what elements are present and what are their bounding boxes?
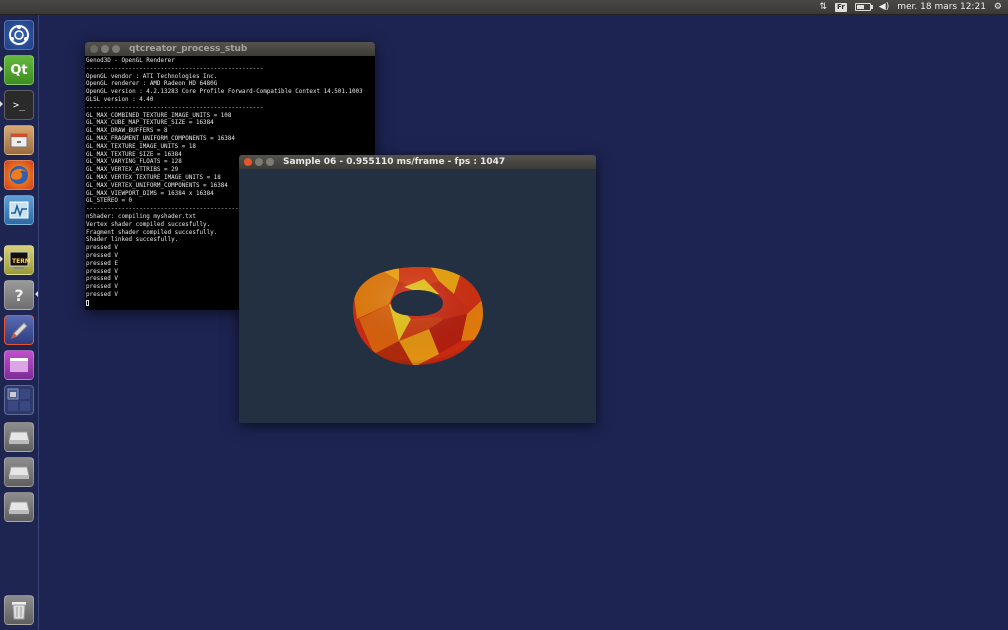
qt-creator-icon[interactable]: Qt [4,55,34,85]
terminal-line: GL_MAX_CUBE_MAP_TEXTURE_SIZE = 16384 [86,120,214,127]
top-panel: ⇅ Fr ◀) mer. 18 mars 12:21 ⚙ [0,0,1008,15]
window-title: Sample 06 - 0.955110 ms/frame - fps : 10… [283,157,506,167]
window-title: qtcreator_process_stub [129,44,248,54]
text-editor-icon[interactable] [4,315,34,345]
files-icon[interactable] [4,125,34,155]
volume-icon[interactable]: ◀) [879,0,889,14]
terminal-line: OpenGL vendor : ATI Technologies Inc. [86,73,218,80]
terminal-line: GL_MAX_DRAW_BUFFERS = 8 [86,128,168,135]
firefox-icon[interactable] [4,160,34,190]
xterm-icon[interactable]: TERM [4,245,34,275]
maximize-button[interactable] [112,45,120,53]
terminal-line: ----------------------------------------… [86,104,264,111]
rendered-torus [353,267,483,365]
sample-titlebar[interactable]: Sample 06 - 0.955110 ms/frame - fps : 10… [239,155,596,169]
svg-text:TERM: TERM [12,258,30,265]
launcher: Qt >_ TERM ? [0,15,39,630]
terminal-line: Genod3D - OpenGL Renderer [86,58,175,64]
ubuntu-dash-icon[interactable] [4,20,34,50]
system-tray: ⇅ Fr ◀) mer. 18 mars 12:21 ⚙ [819,0,1002,14]
trash-icon[interactable] [4,595,34,625]
clock[interactable]: mer. 18 mars 12:21 [897,0,986,14]
drive-icon[interactable] [4,457,34,487]
terminal-line: GLSL version : 4.40 [86,96,154,103]
terminal-line: GL_MAX_COMBINED_TEXTURE_IMAGE_UNITS = 10… [86,112,232,119]
terminal-line: GL_MAX_TEXTURE_IMAGE_UNITS = 18 [86,143,196,150]
terminal-titlebar[interactable]: qtcreator_process_stub [85,42,375,56]
terminal-icon[interactable]: >_ [4,90,34,120]
workspace-app-icon[interactable] [4,350,34,380]
terminal-line: ----------------------------------------… [86,65,264,72]
help-icon[interactable]: ? [4,280,34,310]
terminal-line: GL_MAX_FRAGMENT_UNIFORM_COMPONENTS = 163… [86,135,235,142]
minimize-button[interactable] [101,45,109,53]
minimize-button[interactable] [255,158,263,166]
keyboard-layout-icon[interactable]: Fr [835,2,847,12]
session-gear-icon[interactable]: ⚙ [994,0,1002,14]
terminal-line: OpenGL version : 4.2.13283 Core Profile … [86,89,363,96]
system-monitor-icon[interactable] [4,195,34,225]
network-icon[interactable]: ⇅ [819,0,827,14]
terminal-cursor [86,299,89,306]
opengl-canvas[interactable] [239,169,596,423]
close-button[interactable] [90,45,98,53]
opengl-sample-window[interactable]: Sample 06 - 0.955110 ms/frame - fps : 10… [239,155,596,423]
drive-icon[interactable] [4,422,34,452]
drive-icon[interactable] [4,492,34,522]
maximize-button[interactable] [266,158,274,166]
terminal-line: OpenGL renderer : AMD Radeon HD 6480G [86,81,218,88]
workspace-switcher-icon[interactable] [4,385,34,415]
battery-icon[interactable] [854,0,873,14]
close-button[interactable] [244,158,252,166]
